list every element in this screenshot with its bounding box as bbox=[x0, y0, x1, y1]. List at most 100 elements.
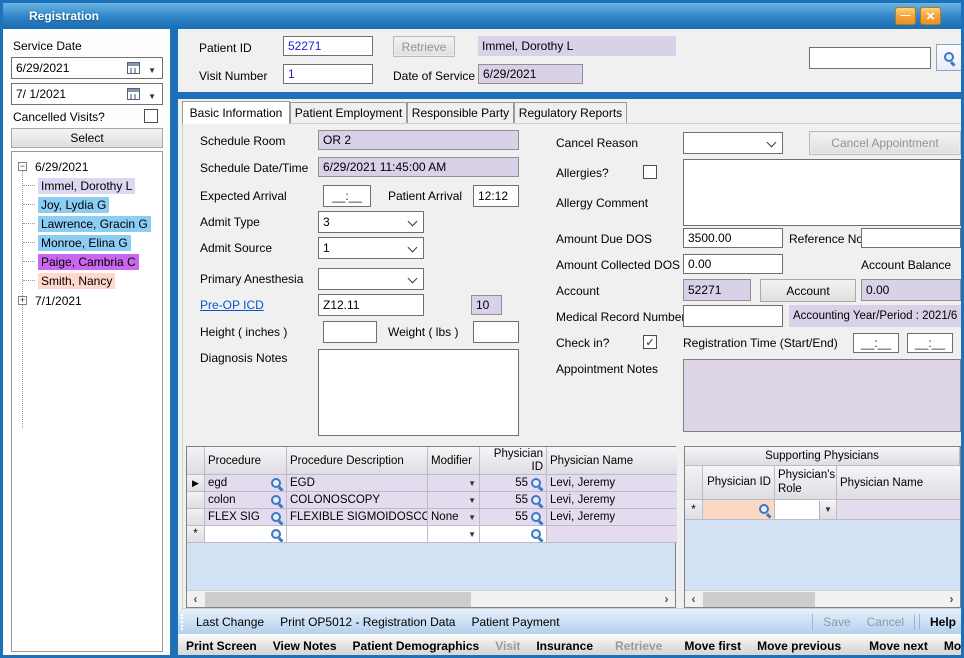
cancel-appointment-button[interactable]: Cancel Appointment bbox=[809, 131, 961, 155]
dropdown-icon[interactable]: ▼ bbox=[468, 530, 476, 539]
dropdown-icon[interactable]: ▼ bbox=[468, 496, 476, 505]
search-input[interactable] bbox=[809, 47, 931, 69]
preop-icd-link[interactable]: Pre-OP ICD bbox=[200, 298, 264, 312]
patient-arrival-input[interactable]: 12:12 bbox=[473, 185, 519, 207]
print-screen-button[interactable]: Print Screen bbox=[178, 639, 265, 653]
lookup-icon[interactable] bbox=[530, 477, 543, 490]
col-procedure-description[interactable]: Procedure Description bbox=[287, 447, 428, 475]
tab-basic-information[interactable]: Basic Information bbox=[182, 101, 290, 124]
print-op5012-button[interactable]: Print OP5012 - Registration Data bbox=[272, 615, 463, 629]
tree-item-patient[interactable]: Joy, Lydia G bbox=[38, 196, 109, 213]
preop-icd-input[interactable]: Z12.11 bbox=[318, 294, 424, 316]
collapse-icon[interactable]: − bbox=[18, 162, 27, 171]
scroll-right-icon[interactable]: › bbox=[943, 591, 960, 608]
scroll-thumb[interactable] bbox=[205, 592, 471, 607]
procedure-row[interactable]: FLEX SIG FLEXIBLE SIGMOIDOSCOPY None▼ 55… bbox=[187, 509, 677, 526]
diagnosis-notes-textarea[interactable] bbox=[318, 349, 519, 436]
dropdown-icon[interactable]: ▼ bbox=[468, 513, 476, 522]
lookup-icon[interactable] bbox=[758, 503, 771, 516]
col-physician-role[interactable]: Physician's Role bbox=[775, 466, 837, 500]
tab-patient-employment[interactable]: Patient Employment bbox=[290, 102, 407, 123]
procedure-row[interactable]: ▶ egd EGD ▼ 55 Levi, Jeremy bbox=[187, 475, 677, 492]
patient-payment-button[interactable]: Patient Payment bbox=[463, 615, 567, 629]
col-procedure[interactable]: Procedure bbox=[205, 447, 287, 475]
move-previous-button[interactable]: Move previous bbox=[749, 639, 849, 653]
col-supporting-physician-id[interactable]: Physician ID bbox=[703, 466, 775, 500]
toolbar-grip[interactable] bbox=[181, 614, 184, 630]
scroll-thumb[interactable] bbox=[703, 592, 815, 607]
medical-record-number-input[interactable] bbox=[683, 305, 783, 327]
tree-item-patient[interactable]: Paige, Cambria C bbox=[38, 253, 139, 270]
tree-node-date-1[interactable]: − 6/29/2021 bbox=[18, 158, 91, 175]
close-button[interactable]: × bbox=[920, 7, 941, 25]
save-button[interactable]: Save bbox=[815, 615, 858, 629]
vertical-splitter[interactable] bbox=[170, 29, 178, 658]
horizontal-splitter[interactable] bbox=[178, 92, 961, 99]
lookup-icon[interactable] bbox=[270, 511, 283, 524]
insurance-button[interactable]: Insurance bbox=[528, 639, 601, 653]
col-supporting-physician-name[interactable]: Physician Name bbox=[837, 466, 960, 500]
date-from-picker[interactable]: 6/29/2021 ▼ bbox=[11, 57, 163, 79]
select-button[interactable]: Select bbox=[11, 128, 163, 148]
reference-no-input[interactable] bbox=[861, 228, 961, 248]
visit-button[interactable]: Visit bbox=[487, 639, 528, 653]
lookup-icon[interactable] bbox=[270, 494, 283, 507]
lookup-icon[interactable] bbox=[530, 511, 543, 524]
view-notes-button[interactable]: View Notes bbox=[265, 639, 345, 653]
check-in-checkbox[interactable]: ✓ bbox=[643, 335, 657, 349]
amount-collected-dos-input[interactable]: 0.00 bbox=[683, 254, 783, 274]
admit-source-select[interactable]: 1 bbox=[318, 237, 424, 259]
date-to-picker[interactable]: 7/ 1/2021 ▼ bbox=[11, 83, 163, 105]
tree-item-patient[interactable]: Lawrence, Gracin G bbox=[38, 215, 151, 232]
supporting-new-row[interactable]: * ▼ bbox=[685, 500, 960, 520]
help-button[interactable]: Help bbox=[922, 615, 964, 629]
registration-end-input[interactable]: __:__ bbox=[907, 333, 953, 353]
expand-icon[interactable]: + bbox=[18, 296, 27, 305]
dropdown-icon[interactable]: ▼ bbox=[468, 479, 476, 488]
lookup-icon[interactable] bbox=[530, 494, 543, 507]
scroll-right-icon[interactable]: › bbox=[658, 591, 675, 608]
visit-number-input[interactable]: 1 bbox=[283, 64, 373, 84]
tab-regulatory-reports[interactable]: Regulatory Reports bbox=[514, 102, 627, 123]
scroll-left-icon[interactable]: ‹ bbox=[187, 591, 204, 608]
tab-responsible-party[interactable]: Responsible Party bbox=[407, 102, 514, 123]
expected-arrival-input[interactable]: __:__ bbox=[323, 185, 371, 207]
role-dropdown-button[interactable]: ▼ bbox=[819, 501, 836, 519]
allergies-checkbox[interactable] bbox=[643, 165, 657, 179]
admit-type-select[interactable]: 3 bbox=[318, 211, 424, 233]
scroll-left-icon[interactable]: ‹ bbox=[685, 591, 702, 608]
search-button[interactable] bbox=[936, 44, 962, 71]
procedure-row[interactable]: colon COLONOSCOPY ▼ 55 Levi, Jeremy bbox=[187, 492, 677, 509]
tree-item-patient[interactable]: Smith, Nancy bbox=[38, 272, 115, 289]
retrieve-toolbar-button[interactable]: Retrieve bbox=[607, 639, 670, 653]
tree-node-date-2[interactable]: + 7/1/2021 bbox=[18, 292, 85, 309]
move-last-button[interactable]: Move last bbox=[936, 639, 964, 653]
col-physician-name[interactable]: Physician Name bbox=[547, 447, 677, 475]
lookup-icon[interactable] bbox=[270, 477, 283, 490]
tree-item-patient[interactable]: Immel, Dorothy L bbox=[38, 177, 135, 194]
appointment-notes-textarea[interactable] bbox=[683, 359, 961, 432]
amount-due-dos-input[interactable]: 3500.00 bbox=[683, 228, 783, 248]
lookup-icon[interactable] bbox=[530, 528, 543, 541]
move-first-button[interactable]: Move first bbox=[676, 639, 749, 653]
move-next-button[interactable]: Move next bbox=[861, 639, 936, 653]
procedure-new-row[interactable]: * ▼ bbox=[187, 526, 677, 543]
registration-start-input[interactable]: __:__ bbox=[853, 333, 899, 353]
cancelled-visits-checkbox[interactable] bbox=[144, 109, 158, 123]
cancel-button[interactable]: Cancel bbox=[859, 615, 912, 629]
weight-input[interactable] bbox=[473, 321, 519, 343]
col-modifier[interactable]: Modifier bbox=[428, 447, 480, 475]
supporting-hscrollbar[interactable]: ‹ › bbox=[685, 590, 960, 607]
lookup-icon[interactable] bbox=[270, 528, 283, 541]
cancel-reason-select[interactable] bbox=[683, 132, 783, 154]
primary-anesthesia-select[interactable] bbox=[318, 268, 424, 290]
account-button[interactable]: Account bbox=[760, 279, 856, 302]
last-change-button[interactable]: Last Change bbox=[188, 615, 272, 629]
col-physician-id[interactable]: Physician ID bbox=[480, 447, 547, 475]
patient-demographics-button[interactable]: Patient Demographics bbox=[345, 639, 488, 653]
height-input[interactable] bbox=[323, 321, 377, 343]
procedures-hscrollbar[interactable]: ‹ › bbox=[187, 590, 675, 607]
patient-id-input[interactable]: 52271 bbox=[283, 36, 373, 56]
retrieve-button[interactable]: Retrieve bbox=[393, 36, 455, 57]
allergy-comment-textarea[interactable] bbox=[683, 159, 961, 226]
